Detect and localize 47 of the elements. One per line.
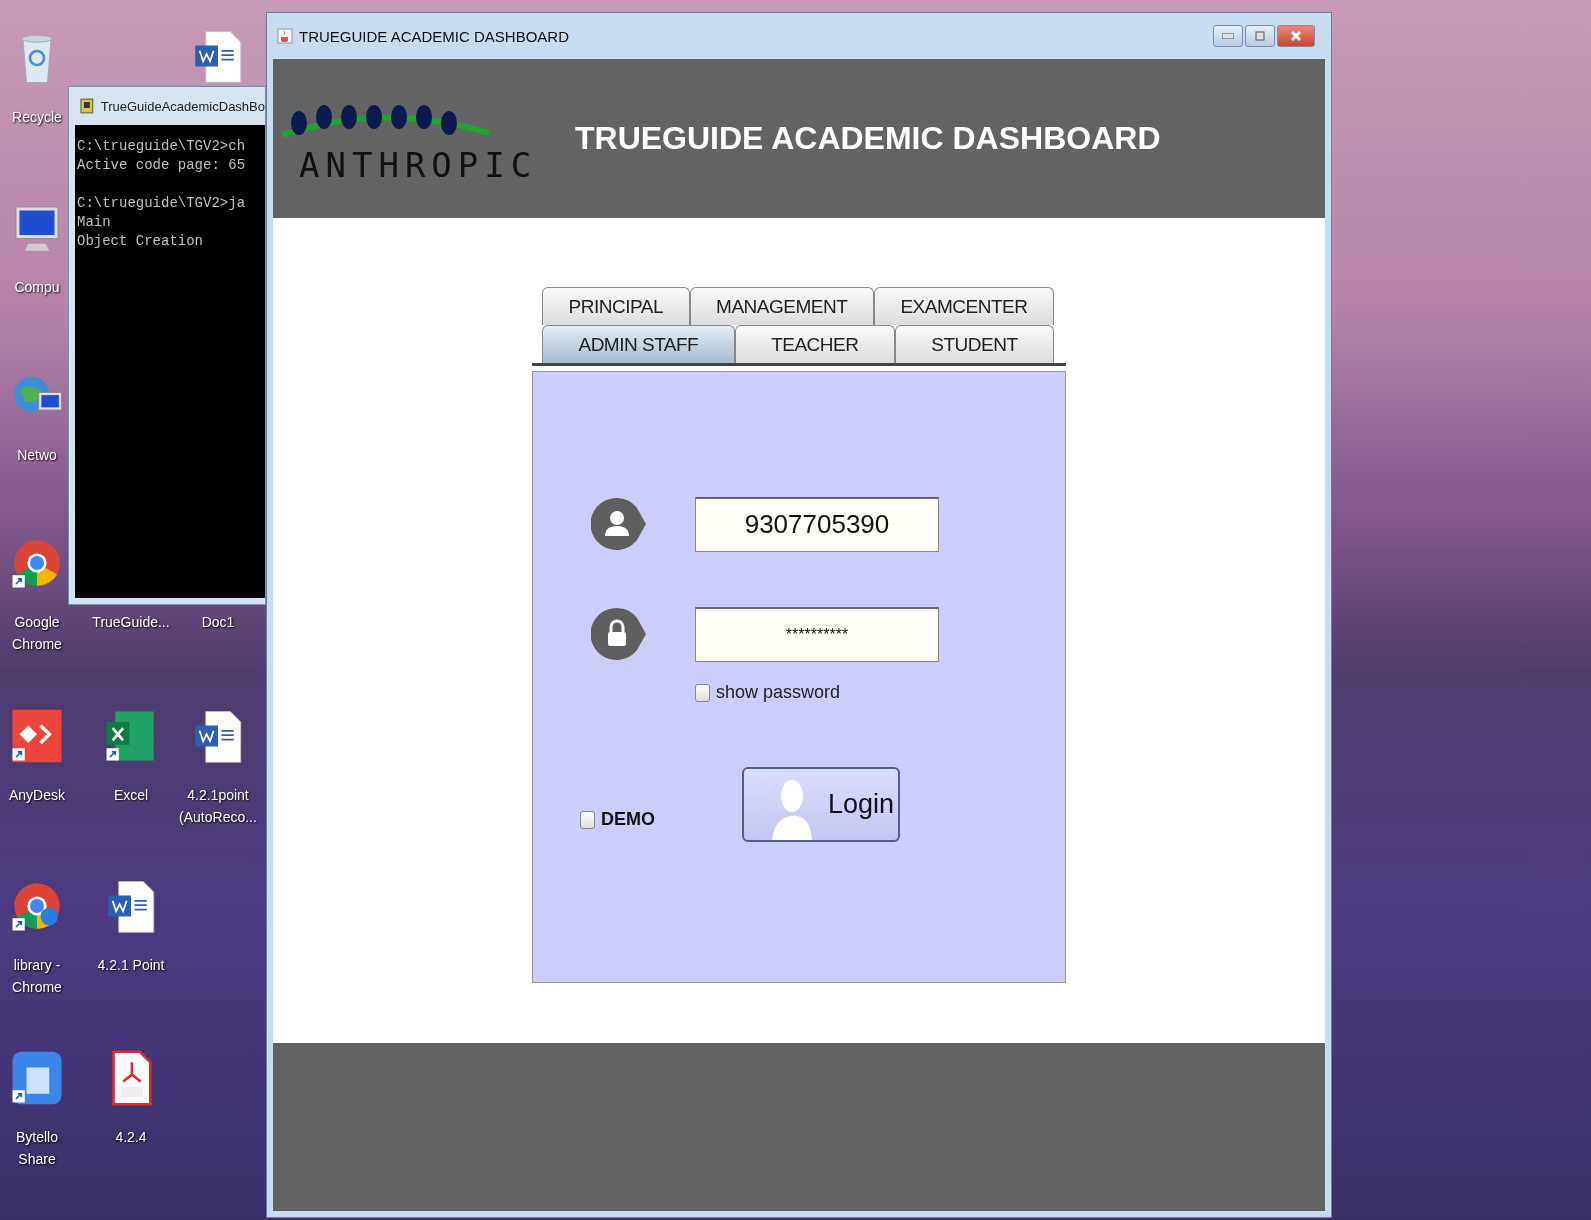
desktop-icon-label[interactable]: 4.2.1point (AutoReco... <box>178 784 258 828</box>
checkbox[interactable] <box>695 683 710 702</box>
desktop-icon-label[interactable]: AnyDesk <box>9 784 65 806</box>
console-output-line: Main <box>77 214 111 230</box>
console-output-line: C:\trueguide\TGV2>ja <box>77 195 246 211</box>
desktop-icon-label[interactable]: Google Chrome <box>0 611 77 655</box>
tab[interactable]: PRINCIPAL <box>542 287 690 325</box>
person-silhouette-icon <box>770 778 814 840</box>
desktop-icon-label[interactable]: 4.2.1 Point <box>97 954 165 976</box>
desktop-icon-label[interactable]: TrueGuide... <box>92 611 170 633</box>
desktop-icon-label[interactable]: Bytello Share <box>0 1126 77 1170</box>
window-title: TRUEGUIDE ACADEMIC DASHBOARD <box>299 27 570 45</box>
user-id-value: 9307705390 <box>744 509 890 540</box>
maximize-button[interactable] <box>1245 25 1275 47</box>
password-value: ********** <box>785 625 849 644</box>
console-output-line: C:\trueguide\TGV2>ch <box>77 138 246 154</box>
tab[interactable]: ADMIN STAFF <box>542 325 735 363</box>
minimize-button[interactable] <box>1213 25 1243 47</box>
desktop-icon-label[interactable]: Doc1 <box>201 611 235 633</box>
user-badge-icon <box>591 496 647 552</box>
console-output-line: Active code page: 65 <box>77 157 246 173</box>
bytello-share-icon[interactable] <box>9 1050 65 1106</box>
close-button[interactable] <box>1277 25 1315 47</box>
desktop-icon-label[interactable]: Excel <box>113 784 149 806</box>
desktop-icon-label[interactable]: 4.2.4 <box>115 1126 147 1148</box>
minimize-icon <box>1222 33 1234 39</box>
dashboard-title: TRUEGUIDE ACADEMIC DASHBOARD <box>575 120 1161 157</box>
console-app-icon <box>79 98 95 114</box>
checkbox[interactable] <box>580 810 595 829</box>
login-button[interactable]: Login <box>742 767 900 842</box>
user-id-field[interactable]: 9307705390 <box>695 496 939 552</box>
password-field[interactable]: ********** <box>695 606 939 662</box>
desktop-icon-label[interactable]: Netwo <box>17 444 57 466</box>
coffee-cup-icon <box>277 28 293 44</box>
logo-text: ANTHROPIC <box>299 144 538 185</box>
desktop-icon-label[interactable]: library - Chrome <box>0 954 77 998</box>
demo-label: DEMO <box>601 809 655 830</box>
tab[interactable]: EXAMCENTER <box>873 287 1054 325</box>
close-icon <box>1290 30 1302 42</box>
lock-badge-icon <box>591 606 647 662</box>
tab[interactable]: MANAGEMENT <box>689 287 874 325</box>
console-output-line: Object Creation <box>77 233 204 249</box>
show-password-label: show password <box>716 682 841 703</box>
tab[interactable]: TEACHER <box>734 325 895 363</box>
maximize-icon <box>1255 31 1265 41</box>
tab[interactable]: STUDENT <box>894 325 1054 363</box>
console-title: TrueGuideAcademicDashBo <box>100 98 265 114</box>
